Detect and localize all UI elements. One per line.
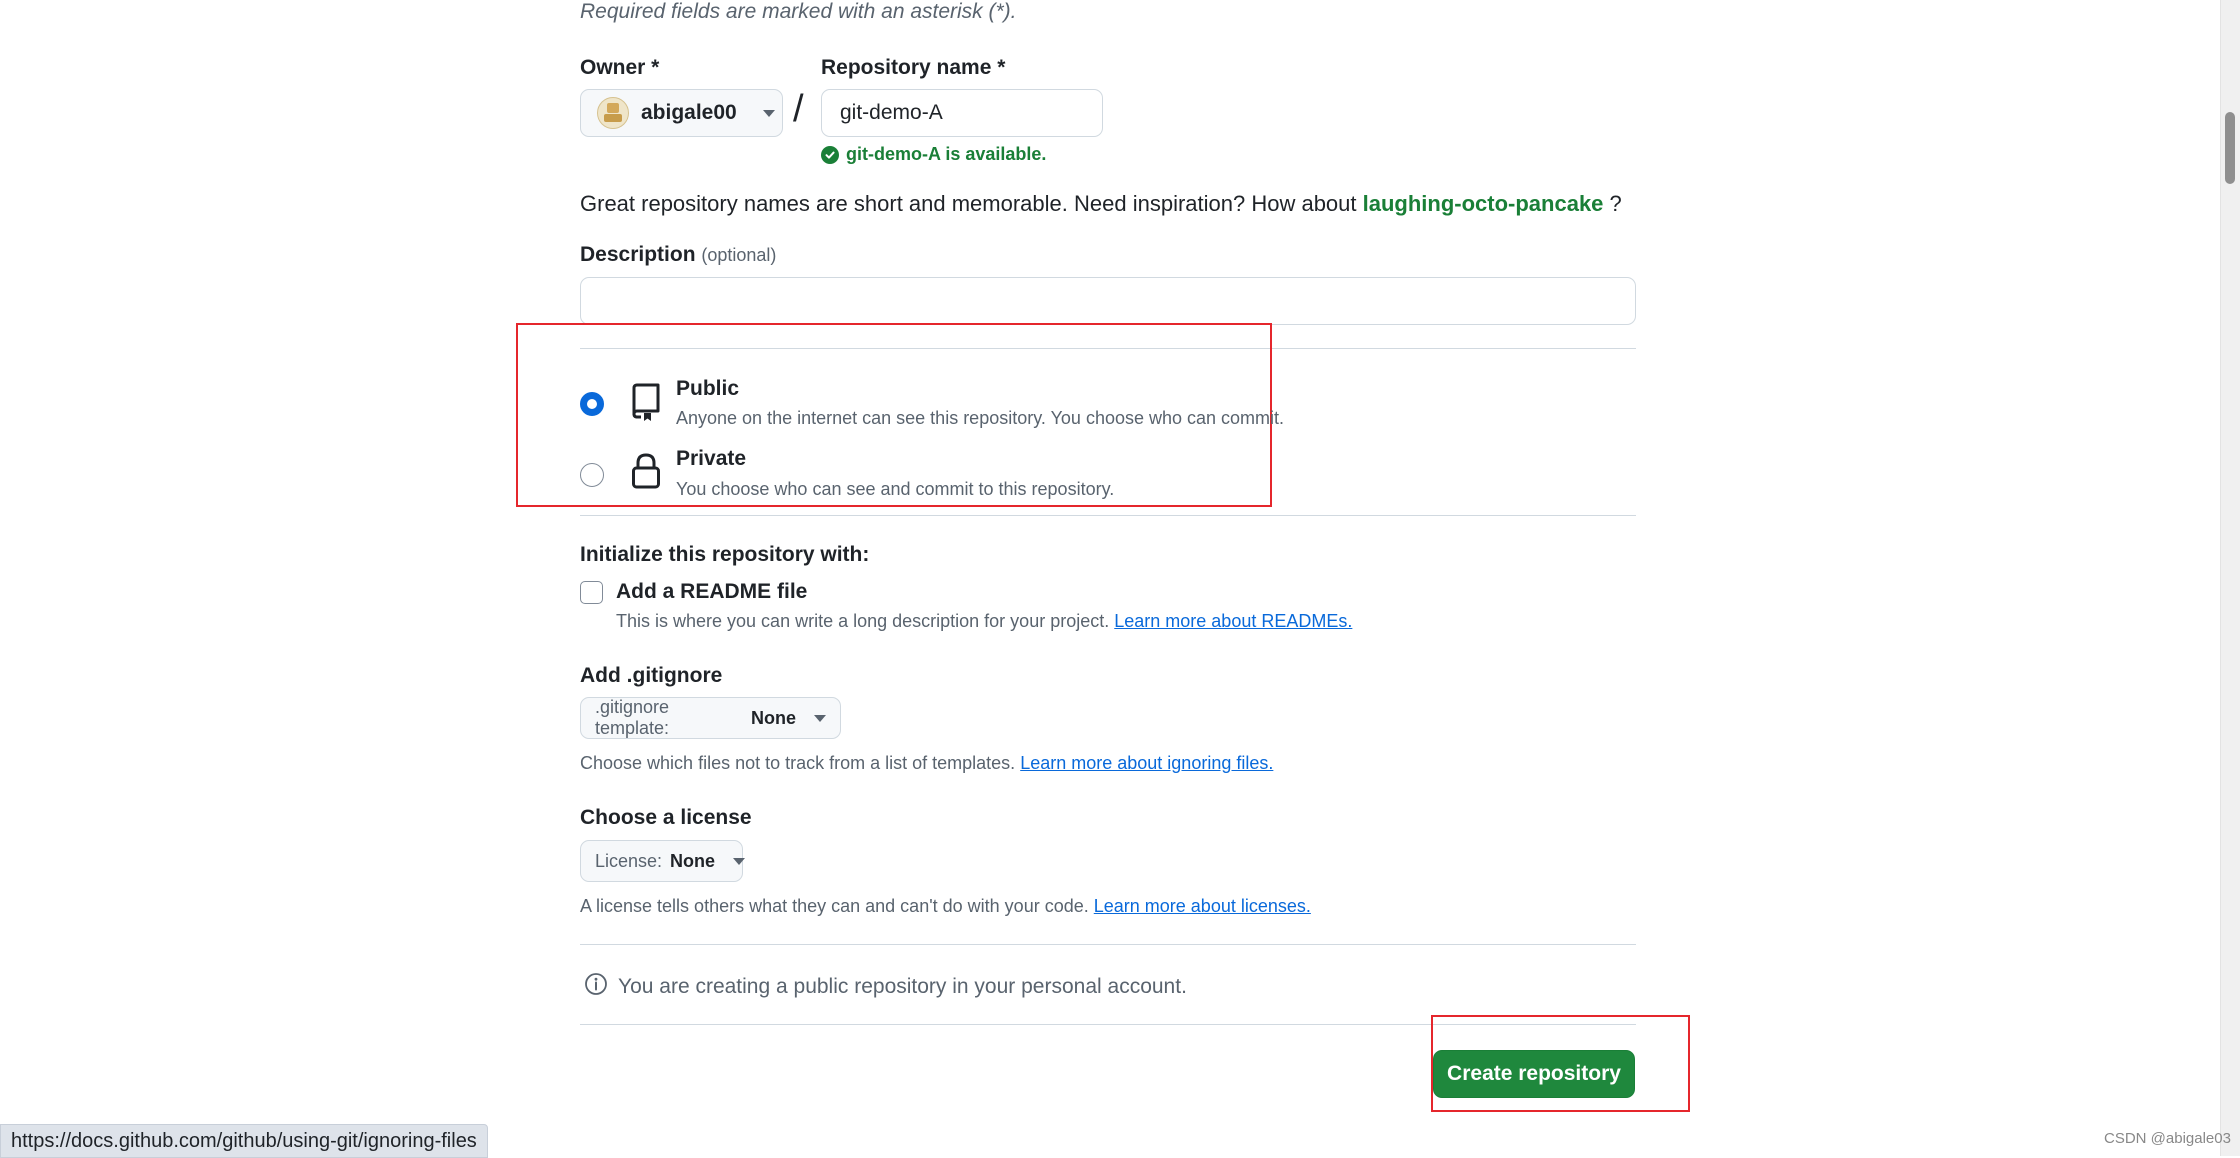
required-fields-note: Required fields are marked with an aster…: [580, 0, 1017, 23]
license-dropdown-prefix: License:: [595, 850, 663, 871]
initialize-title: Initialize this repository with:: [580, 543, 870, 566]
description-label: Description (optional): [580, 243, 776, 267]
license-hint: A license tells others what they can and…: [580, 896, 1311, 917]
gitignore-dropdown[interactable]: .gitignore template: None: [580, 697, 841, 739]
license-dropdown-value: None: [670, 850, 716, 871]
chevron-down-icon: [814, 714, 826, 722]
owner-repo-separator: /: [793, 88, 804, 130]
avatar: [597, 97, 629, 129]
public-radio[interactable]: [580, 392, 604, 416]
lock-icon: [630, 452, 662, 495]
readme-label[interactable]: Add a README file: [616, 580, 807, 604]
license-learn-more-link[interactable]: Learn more about licenses.: [1094, 896, 1311, 916]
availability-text: git-demo-A is available.: [846, 144, 1047, 164]
repo-name-label: Repository name *: [821, 56, 1006, 79]
repo-icon: [630, 382, 662, 427]
gitignore-dropdown-value: None: [751, 707, 796, 728]
private-radio[interactable]: [580, 463, 604, 487]
chevron-down-icon: [762, 109, 775, 117]
gitignore-learn-more-link[interactable]: Learn more about ignoring files.: [1020, 753, 1273, 773]
name-inspiration: Great repository names are short and mem…: [580, 191, 1622, 217]
divider: [580, 515, 1636, 516]
optional-tag: (optional): [701, 245, 777, 265]
public-title: Public: [676, 377, 740, 400]
inspiration-text: Great repository names are short and mem…: [580, 191, 1363, 216]
readme-learn-more-link[interactable]: Learn more about READMEs.: [1114, 611, 1352, 631]
public-description: Anyone on the internet can see this repo…: [676, 408, 1285, 428]
private-description: You choose who can see and commit to thi…: [676, 479, 1115, 499]
license-dropdown[interactable]: License: None: [580, 840, 746, 882]
readme-hint-text: This is where you can write a long descr…: [616, 611, 1110, 631]
owner-label: Owner *: [580, 56, 660, 79]
gitignore-hint: Choose which files not to track from a l…: [580, 753, 1273, 774]
readme-hint: This is where you can write a long descr…: [616, 611, 1352, 632]
info-banner: You are creating a public repository in …: [584, 972, 1187, 1002]
description-label-text: Description: [580, 243, 696, 266]
license-hint-text: A license tells others what they can and…: [580, 896, 1089, 916]
check-circle-icon: [821, 145, 839, 164]
owner-name: abigale00: [641, 101, 737, 124]
chevron-down-icon: [733, 857, 746, 865]
gitignore-title: Add .gitignore: [580, 664, 723, 687]
suggested-name-link[interactable]: laughing-octo-pancake: [1363, 191, 1604, 216]
watermark: CSDN @abigale03: [2104, 1130, 2231, 1147]
scrollbar-thumb[interactable]: [2225, 112, 2235, 184]
create-repository-button[interactable]: Create repository: [1433, 1050, 1635, 1098]
info-icon: [584, 972, 608, 1002]
owner-dropdown[interactable]: abigale00: [580, 89, 783, 137]
license-title: Choose a license: [580, 806, 752, 829]
readme-checkbox[interactable]: [580, 581, 603, 604]
divider: [580, 944, 1636, 945]
availability-message: git-demo-A is available.: [821, 144, 1046, 165]
gitignore-dropdown-prefix: .gitignore template:: [595, 697, 670, 738]
gitignore-hint-text: Choose which files not to track from a l…: [580, 753, 1016, 773]
private-title: Private: [676, 447, 747, 470]
inspiration-suffix: ?: [1603, 191, 1622, 216]
description-input[interactable]: [580, 277, 1636, 325]
info-message: You are creating a public repository in …: [618, 975, 1187, 998]
status-bar-url: https://docs.github.com/github/using-git…: [0, 1124, 488, 1158]
repo-name-input[interactable]: [821, 89, 1103, 137]
